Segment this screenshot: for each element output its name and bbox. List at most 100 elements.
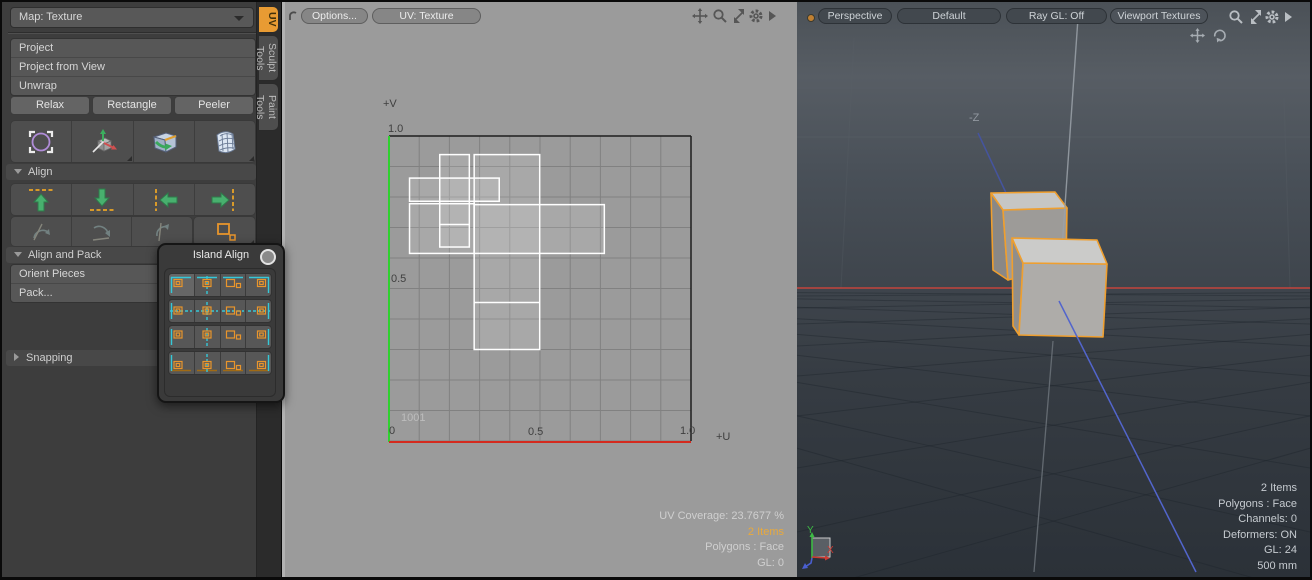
udim-label: 1001	[401, 412, 425, 424]
island-align-bottom-center-button[interactable]	[194, 352, 220, 374]
viewport-led-indicator[interactable]	[807, 14, 815, 22]
uv-transform-icon	[84, 127, 120, 157]
align-left-button[interactable]	[133, 184, 194, 215]
shading-default-button[interactable]: Default	[897, 8, 1001, 24]
tick-v-05: 0.5	[391, 273, 406, 285]
uv-viewport[interactable]: Options... UV: Texture +V 1.0 0.5 0 0.5 …	[282, 2, 797, 577]
maximize-icon[interactable]	[1248, 9, 1264, 25]
peeler-button[interactable]: Peeler	[174, 96, 254, 115]
rotate-align-axis-button[interactable]	[131, 217, 192, 246]
ray-gl-button[interactable]: Ray GL: Off	[1006, 8, 1107, 24]
gizmo-y-label: Y	[807, 525, 814, 536]
zoom-icon[interactable]	[712, 8, 728, 24]
uv-polygons-status: Polygons : Face	[659, 540, 784, 556]
island-align-middle-right-button[interactable]	[245, 300, 271, 322]
tick-v-1: 1.0	[388, 123, 403, 135]
island-align-top-right-button[interactable]	[245, 274, 271, 296]
island-align-bottom-left-button[interactable]	[169, 352, 194, 374]
island-align-middle-button[interactable]	[220, 300, 246, 322]
v-axis-label: +V	[383, 98, 397, 110]
island-align-row	[168, 325, 272, 349]
tick-u-05: 0.5	[528, 426, 543, 438]
chevron-down-icon	[234, 16, 244, 21]
uv-select-tool-button[interactable]	[11, 121, 71, 162]
relax-button[interactable]: Relax	[10, 96, 90, 115]
orbit-rotate-icon[interactable]	[1212, 28, 1227, 43]
unwrap-button-row: Relax Rectangle Peeler	[10, 96, 254, 115]
command-project[interactable]: Project	[11, 39, 255, 57]
island-align-right-button[interactable]	[245, 326, 271, 348]
align-section-label: Align	[28, 166, 52, 178]
divider	[8, 32, 256, 34]
viewport-textures-button[interactable]: Viewport Textures	[1110, 8, 1208, 24]
island-align-icon	[210, 220, 240, 244]
align-section-header[interactable]: Align	[6, 164, 256, 180]
align-right-icon	[208, 187, 242, 213]
island-align-pin-button[interactable]	[260, 249, 276, 265]
uv-box-projection-tool-button[interactable]	[133, 121, 194, 162]
island-align-row	[168, 351, 272, 375]
uv-island[interactable]	[410, 204, 475, 254]
uv-canvas[interactable]	[282, 2, 797, 577]
pane-menu-arrow-icon[interactable]	[1283, 11, 1293, 23]
island-align-middle-center-button[interactable]	[194, 300, 220, 322]
align-and-pack-label: Align and Pack	[28, 249, 101, 261]
grid-size-status: 500 mm	[1218, 559, 1297, 575]
map-selector-label: Map: Texture	[19, 11, 82, 23]
pan-icon[interactable]	[692, 8, 708, 24]
zoom-icon[interactable]	[1228, 9, 1244, 25]
maximize-icon[interactable]	[731, 8, 747, 24]
rotate-align-ccw-button[interactable]	[11, 217, 71, 246]
uv-tool-icon-row	[10, 120, 256, 163]
align-right-button[interactable]	[194, 184, 255, 215]
command-unwrap[interactable]: Unwrap	[11, 76, 255, 95]
flyout-corner-icon	[127, 156, 132, 161]
settings-gear-icon[interactable]	[1264, 9, 1280, 25]
pane-menu-arrow-icon[interactable]	[767, 10, 777, 22]
island-align-left-button[interactable]	[169, 326, 194, 348]
island-align-top-left-button[interactable]	[169, 274, 194, 296]
rotate-ccw-icon	[26, 220, 56, 244]
island-align-bottom-right-button[interactable]	[245, 352, 271, 374]
3d-viewport[interactable]: Y X Perspective Default Ray GL: Off View…	[797, 2, 1310, 577]
uv-island[interactable]	[410, 178, 500, 201]
u-axis-label: +U	[716, 431, 730, 443]
island-align-top-center-button[interactable]	[194, 274, 220, 296]
island-align-middle-left-button[interactable]	[169, 300, 194, 322]
island-align-free-button[interactable]	[220, 326, 246, 348]
pane-corner-icon[interactable]	[288, 10, 300, 22]
tab-sculpt-tools[interactable]: Sculpt Tools	[259, 35, 279, 81]
uv-island[interactable]	[474, 205, 604, 254]
options-button[interactable]: Options...	[301, 8, 368, 24]
uv-items-status: 2 Items	[659, 525, 784, 541]
align-top-button[interactable]	[11, 184, 71, 215]
projection-command-list: Project Project from View Unwrap	[10, 38, 256, 96]
map-selector-dropdown[interactable]: Map: Texture	[10, 7, 254, 28]
rectangle-button[interactable]: Rectangle	[92, 96, 172, 115]
rotate-align-cw-button[interactable]	[71, 217, 132, 246]
uv-transform-tool-button[interactable]	[71, 121, 132, 162]
align-bottom-button[interactable]	[71, 184, 132, 215]
perspective-button[interactable]: Perspective	[818, 8, 892, 24]
island-align-bottom-button[interactable]	[220, 352, 246, 374]
cube-front[interactable]	[1012, 238, 1107, 337]
uv-tool-panel: Map: Texture Project Project from View U…	[2, 2, 280, 577]
settings-gear-icon[interactable]	[748, 8, 764, 24]
pan-icon[interactable]	[1190, 28, 1205, 43]
uv-coverage-status: UV Coverage: 23.7677 %	[659, 509, 784, 525]
z-axis-label: -Z	[969, 112, 979, 124]
align-top-icon	[24, 187, 58, 213]
island-align-button[interactable]	[194, 217, 255, 246]
island-align-center-vertical-button[interactable]	[194, 326, 220, 348]
uv-box-projection-icon	[146, 127, 182, 157]
tab-paint-tools[interactable]: Paint Tools	[259, 83, 279, 131]
uv-select-icon	[23, 127, 59, 157]
island-align-top-button[interactable]	[220, 274, 246, 296]
gl-status: GL: 24	[1218, 543, 1297, 559]
tick-u-1: 1.0	[680, 425, 695, 437]
uv-map-button[interactable]: UV: Texture	[372, 8, 481, 24]
command-project-from-view[interactable]: Project from View	[11, 57, 255, 76]
tab-uv[interactable]: UV	[259, 6, 279, 33]
uv-sphere-projection-tool-button[interactable]	[194, 121, 255, 162]
uv-gl-status: GL: 0	[659, 556, 784, 572]
